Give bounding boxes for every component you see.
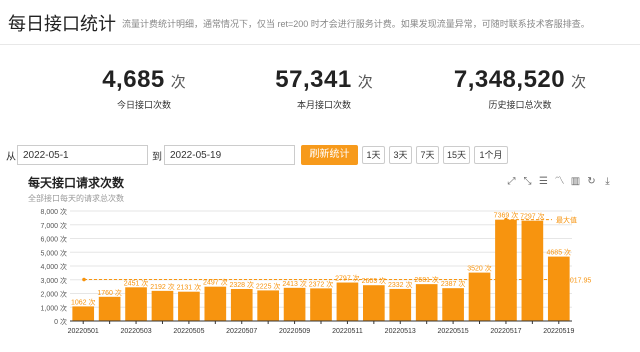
stat-month-label: 本月接口次数: [296, 100, 351, 110]
x-tick-label: 20220507: [226, 328, 257, 335]
avg-mark-label: 3017.95: [566, 278, 591, 285]
avg-mark-dot: [82, 277, 86, 282]
y-tick-label: 6,000 次: [41, 235, 67, 244]
bar-value-label: 7297 次: [520, 212, 545, 221]
y-tick-label: 4,000 次: [41, 262, 67, 271]
bar: [125, 287, 147, 321]
bar-value-label: 7369 次: [494, 211, 519, 220]
bar: [178, 291, 200, 321]
x-tick-label: 20220503: [120, 328, 151, 335]
bar-value-label: 1760 次: [97, 288, 122, 297]
chart-subtitle: 全部接口每天的请求总次数: [28, 194, 124, 203]
bar: [495, 219, 517, 321]
bar: [98, 296, 121, 321]
bar: [72, 306, 95, 321]
bar-value-label: 2332 次: [388, 280, 413, 289]
page-header: 每日接口统计 流量计费统计明细，通常情况下，仅当 ret=200 时才会进行服务…: [0, 0, 640, 44]
bar-value-label: 2497 次: [203, 278, 228, 287]
x-tick-label: 20220511: [332, 328, 363, 335]
bar-value-label: 2451 次: [124, 278, 149, 287]
x-tick-label: 20220515: [438, 328, 469, 335]
bar-value-label: 2413 次: [282, 279, 307, 288]
line-chart-icon[interactable]: 〽: [554, 176, 565, 187]
bar: [151, 290, 174, 321]
bar: [310, 288, 332, 321]
refresh-stats-button[interactable]: 刷新统计: [301, 145, 358, 165]
stat-today-label: 今日接口次数: [116, 100, 171, 110]
bar: [283, 287, 306, 321]
x-tick-label: 20220517: [490, 328, 521, 335]
bar: [204, 286, 227, 321]
bar: [442, 288, 464, 321]
bar-value-label: 2225 次: [256, 281, 281, 290]
stat-total-value: 7,348,520: [453, 66, 566, 93]
start-date-input[interactable]: [17, 145, 148, 165]
zoom-icon[interactable]: ⤢: [506, 176, 517, 187]
chart-title: 每天接口请求次数: [28, 176, 125, 190]
stat-today-unit: 次: [170, 74, 186, 91]
range-button-7d[interactable]: 7天: [416, 146, 439, 164]
bar-value-label: 4685 次: [547, 248, 572, 257]
bar-value-label: 2797 次: [335, 274, 360, 283]
stat-today: 4,685 次 今日接口次数: [44, 66, 244, 111]
bar-value-label: 2131 次: [177, 283, 202, 292]
to-label: 到: [152, 152, 162, 163]
bar-value-label: 3520 次: [467, 264, 492, 273]
bar: [521, 220, 544, 321]
header-divider: [0, 44, 640, 45]
bar-value-label: 2372 次: [309, 279, 334, 288]
bar: [468, 272, 491, 321]
bar: [547, 256, 570, 321]
stat-month-value: 57,341: [275, 66, 352, 93]
range-button-1m[interactable]: 1个月: [474, 146, 508, 164]
from-label: 从: [6, 152, 16, 163]
stat-total: 7,348,520 次 历史接口总次数: [420, 66, 620, 111]
bar: [415, 284, 438, 321]
date-filter-bar: 从 到 刷新统计 1天 3天 7天 15天 1个月: [0, 145, 640, 165]
x-tick-label: 20220519: [543, 328, 574, 335]
y-tick-label: 8,000 次: [41, 207, 67, 216]
range-button-3d[interactable]: 3天: [389, 146, 412, 164]
y-tick-label: 5,000 次: [41, 248, 67, 257]
y-tick-label: 0 次: [54, 317, 67, 326]
zoom-reset-icon[interactable]: ⤡: [522, 176, 533, 187]
x-tick-label: 20220509: [279, 328, 310, 335]
x-tick-label: 20220513: [385, 328, 416, 335]
bar-value-label: 2328 次: [229, 280, 254, 289]
bar-chart-icon[interactable]: ▥: [570, 176, 581, 187]
stat-total-unit: 次: [571, 74, 587, 91]
stat-today-value: 4,685: [102, 66, 165, 93]
bar-value-label: 2681 次: [414, 275, 439, 284]
bar: [230, 288, 253, 321]
bar: [336, 282, 359, 321]
bar-value-label: 2192 次: [150, 282, 175, 291]
bar-value-label: 1062 次: [71, 297, 96, 306]
bar: [363, 285, 385, 321]
y-tick-label: 3,000 次: [41, 276, 67, 285]
range-button-15d[interactable]: 15天: [443, 146, 470, 164]
bar: [257, 290, 279, 321]
end-date-input[interactable]: [164, 145, 295, 165]
page-title: 每日接口统计: [8, 14, 116, 34]
y-tick-label: 2,000 次: [41, 290, 67, 299]
restore-icon[interactable]: ↻: [586, 176, 597, 187]
stat-month-unit: 次: [357, 74, 373, 91]
y-tick-label: 1,000 次: [41, 303, 67, 312]
page-subtitle: 流量计费统计明细，通常情况下，仅当 ret=200 时才会进行服务计费。如果发现…: [122, 19, 590, 29]
max-mark-dot: [504, 217, 508, 222]
bar-value-label: 2387 次: [441, 279, 466, 288]
bar-value-label: 2603 次: [362, 276, 387, 285]
max-mark-label: 最大值: [556, 216, 577, 225]
stat-month: 57,341 次 本月接口次数: [224, 66, 424, 111]
y-tick-label: 7,000 次: [41, 221, 67, 230]
data-view-icon[interactable]: ☰: [538, 176, 549, 187]
range-button-1d[interactable]: 1天: [362, 146, 385, 164]
x-tick-label: 20220501: [68, 328, 99, 335]
bar: [389, 288, 412, 321]
stat-total-label: 历史接口总次数: [488, 100, 552, 110]
save-image-icon[interactable]: ⤓: [602, 176, 613, 187]
x-tick-label: 20220505: [173, 328, 204, 335]
